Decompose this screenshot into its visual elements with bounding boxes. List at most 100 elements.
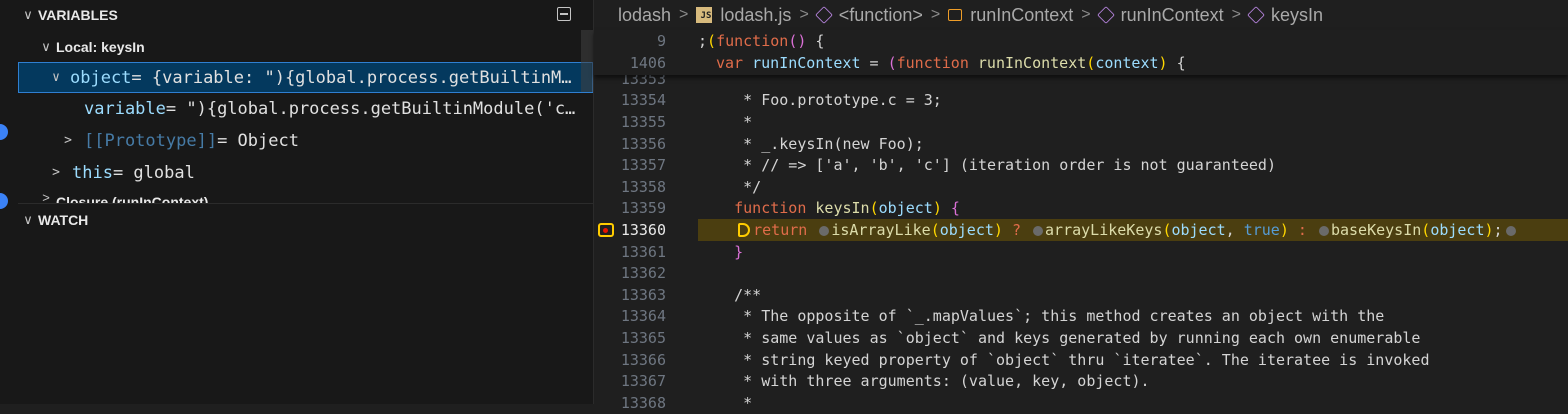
line-number: 13363: [620, 285, 666, 304]
code-line[interactable]: 13360 return isArrayLike(object) ? array…: [594, 219, 1568, 241]
activity-bar: [0, 0, 18, 404]
chevron-right-icon: >: [799, 6, 809, 23]
execution-pointer-icon: [738, 222, 751, 237]
variable-name: this: [72, 162, 113, 183]
code-text: */: [698, 177, 762, 196]
code-text: /**: [698, 285, 762, 304]
code-line[interactable]: 13368 *: [594, 392, 1568, 414]
scope-label: Local: keysIn: [56, 38, 145, 55]
variable-row-object[interactable]: ∨ object = {variable: "){global.process.…: [18, 62, 593, 93]
line-number: 13366: [620, 350, 666, 369]
variable-value: = {variable: "){global.process.getBuilti…: [131, 67, 572, 88]
variables-scrollbar[interactable]: [581, 30, 593, 92]
method-cube-icon: [1247, 6, 1265, 24]
breadcrumb-symbol[interactable]: runInContext: [1121, 5, 1224, 26]
code-text: return isArrayLike(object) ? arrayLikeKe…: [702, 221, 1518, 239]
line-number: 9: [656, 32, 666, 50]
chevron-down-icon: ∨: [23, 212, 33, 227]
method-cube-icon: [1096, 6, 1115, 24]
variable-name: variable: [84, 98, 166, 119]
variable-row-variable[interactable]: variable = "){global.process.getBuiltinM…: [18, 93, 593, 124]
breadcrumb-folder[interactable]: lodash: [618, 5, 671, 26]
breadcrumb-file[interactable]: lodash.js: [720, 5, 791, 26]
sticky-code: var runInContext = (function runInContex…: [716, 54, 1186, 72]
variable-row-prototype[interactable]: > [[Prototype]] = Object: [18, 125, 593, 156]
code-text: * _.keysIn(new Foo);: [698, 134, 924, 153]
line-number: 13361: [620, 242, 666, 261]
code-text: }: [734, 242, 744, 261]
code-line[interactable]: 13366 * string keyed property of `object…: [594, 349, 1568, 371]
line-number: 13362: [620, 264, 666, 283]
code-line[interactable]: 13367 * with three arguments: (value, ke…: [594, 370, 1568, 392]
variable-value: = global: [112, 162, 195, 183]
collapse-all-icon[interactable]: [557, 7, 571, 21]
code-text: * // => ['a', 'b', 'c'] (iteration order…: [698, 156, 1276, 175]
code-line[interactable]: 13363 /**: [594, 284, 1568, 306]
debug-sidebar: ∨ VARIABLES ∨ Local: keysIn ∨ object = {…: [18, 0, 593, 404]
watch-section-header[interactable]: ∨ WATCH: [18, 206, 593, 234]
breadcrumb-symbol[interactable]: runInContext: [970, 5, 1073, 26]
breadcrumb: lodash > JS lodash.js > <function> > run…: [594, 0, 1568, 30]
watch-title: WATCH: [38, 212, 89, 228]
variable-symbol-icon: [948, 9, 963, 21]
variables-title: VARIABLES: [38, 7, 118, 23]
chevron-right-icon: >: [679, 6, 689, 23]
sticky-line[interactable]: 9 ;(function() {: [594, 30, 1568, 52]
variable-value: = "){global.process.getBuiltinModule('c…: [165, 98, 576, 119]
code-line[interactable]: 13356 * _.keysIn(new Foo);: [594, 133, 1568, 155]
variable-name: [[Prototype]]: [84, 130, 218, 151]
line-number: 13355: [620, 112, 666, 131]
chevron-down-icon: ∨: [23, 7, 33, 22]
line-number: 13365: [620, 328, 666, 347]
code-line[interactable]: 13361 }: [594, 241, 1568, 263]
code-text: function keysIn(object) {: [734, 199, 960, 218]
line-number: 13358: [620, 177, 666, 196]
code-editor[interactable]: lodash > JS lodash.js > <function> > run…: [594, 0, 1568, 412]
section-divider: [18, 203, 593, 204]
chevron-right-icon: >: [1231, 6, 1242, 23]
breadcrumb-symbol[interactable]: keysIn: [1271, 5, 1323, 26]
sticky-line[interactable]: 1406 var runInContext = (function runInC…: [594, 52, 1568, 74]
variable-name: object: [70, 67, 132, 88]
chevron-right-icon: >: [1081, 6, 1091, 23]
line-number: 13368: [620, 393, 666, 412]
code-line[interactable]: 13358 */: [594, 176, 1568, 198]
code-line[interactable]: 13362: [594, 262, 1568, 284]
chevron-down-icon: ∨: [52, 70, 60, 85]
chevron-right-icon: >: [52, 165, 60, 180]
chevron-right-icon: >: [930, 6, 941, 23]
code-line[interactable]: 13365 * same values as `object` and keys…: [594, 327, 1568, 349]
code-text: * The opposite of `_.mapValues`; this me…: [698, 307, 1385, 326]
line-number: 13356: [620, 134, 666, 153]
code-line[interactable]: 13357 * // => ['a', 'b', 'c'] (iteration…: [594, 154, 1568, 176]
code-line[interactable]: 13364 * The opposite of `_.mapValues`; t…: [594, 306, 1568, 328]
line-number: 13359: [620, 199, 666, 218]
code-line[interactable]: 13355 *: [594, 111, 1568, 133]
sticky-code: ;(function() {: [698, 32, 825, 50]
variable-value: = Object: [217, 130, 299, 151]
variables-section-header[interactable]: ∨ VARIABLES: [18, 1, 593, 29]
scope-label: Closure (runInContext): [56, 194, 209, 203]
variable-row-this[interactable]: > this = global: [18, 157, 593, 188]
code-text: * same values as `object` and keys gener…: [698, 328, 1421, 347]
code-line[interactable]: 13354 * Foo.prototype.c = 3;: [594, 90, 1568, 112]
activity-badge-icon[interactable]: [0, 124, 8, 140]
method-cube-icon: [814, 6, 833, 24]
line-number: 13367: [620, 372, 666, 391]
code-text: *: [698, 393, 753, 412]
line-number: 13360: [620, 220, 666, 239]
line-number: 13357: [620, 156, 666, 175]
scope-local[interactable]: ∨ Local: keysIn: [36, 31, 593, 62]
chevron-right-icon: >: [42, 190, 50, 203]
code-text: *: [698, 112, 753, 131]
chevron-right-icon: >: [64, 133, 72, 148]
line-number: 13354: [620, 91, 666, 110]
activity-badge-icon[interactable]: [0, 193, 8, 209]
code-line[interactable]: 13359 function keysIn(object) {: [594, 198, 1568, 220]
breadcrumb-symbol[interactable]: <function>: [839, 5, 923, 26]
scope-closure[interactable]: > Closure (runInContext): [18, 190, 593, 203]
code-text: * Foo.prototype.c = 3;: [698, 91, 942, 110]
line-number: 1406: [629, 54, 666, 72]
line-number: 13364: [620, 307, 666, 326]
code-text: * with three arguments: (value, key, obj…: [698, 372, 1150, 391]
